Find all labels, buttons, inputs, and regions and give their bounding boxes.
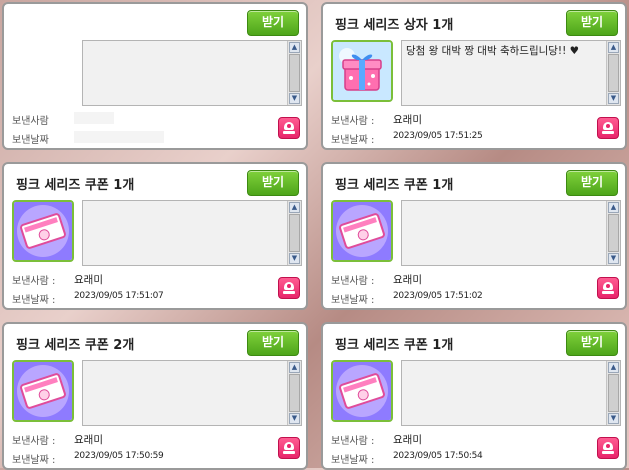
scroll-thumb[interactable] <box>289 374 300 412</box>
message-box[interactable]: 당첨 왕 대박 짱 대박 축하드립니당!! ♥ ▲ ▼ <box>401 40 621 106</box>
date-label: 보낸날짜 <box>12 135 49 146</box>
message-scrollbar[interactable]: ▲ ▼ <box>606 361 620 425</box>
sender-label: 보낸사람 <box>12 116 49 127</box>
sender-value: 요래미 <box>393 274 422 286</box>
gift-title: 핑크 세리즈 쿠폰 1개 <box>335 178 454 193</box>
message-box[interactable]: ▲ ▼ <box>401 360 621 426</box>
date-label: 보낸날짜 : <box>12 295 56 306</box>
delete-button[interactable] <box>278 277 300 299</box>
pink-coupon-icon <box>12 200 74 262</box>
scroll-up-arrow-icon[interactable]: ▲ <box>608 362 619 373</box>
date-value: 2023/09/05 17:51:02 <box>393 291 483 301</box>
message-box[interactable]: ▲ ▼ <box>82 360 302 426</box>
date-label: 보낸날짜 : <box>12 455 56 466</box>
sender-label: 보낸사람 : <box>12 436 56 447</box>
message-scrollbar[interactable]: ▲ ▼ <box>287 201 301 265</box>
date-value: 2023/09/05 17:51:25 <box>393 131 483 141</box>
sender-label: 보낸사람 : <box>331 116 375 127</box>
date-label: 보낸날짜 : <box>331 455 375 466</box>
gift-card: 받기 ▲ ▼ 보낸사람 보낸날짜 <box>2 2 308 150</box>
sender-value: 요래미 <box>393 114 422 126</box>
scroll-down-arrow-icon[interactable]: ▼ <box>289 93 300 104</box>
receive-button[interactable]: 받기 <box>247 170 299 196</box>
pink-gift-box-icon <box>331 40 393 102</box>
scroll-thumb[interactable] <box>289 54 300 92</box>
gift-card: 핑크 세리즈 쿠폰 2개 받기 ▲ ▼ 보낸사람 : 요래미 보낸날짜 : 20… <box>2 322 308 470</box>
message-box[interactable]: ▲ ▼ <box>401 200 621 266</box>
scroll-thumb[interactable] <box>608 374 619 412</box>
delete-button[interactable] <box>278 437 300 459</box>
pink-coupon-icon <box>331 200 393 262</box>
date-value: 2023/09/05 17:51:07 <box>74 291 164 301</box>
gift-card: 핑크 세리즈 상자 1개 받기 당첨 왕 대박 짱 대박 축하드립니당!! ♥ … <box>321 2 627 150</box>
message-scrollbar[interactable]: ▲ ▼ <box>287 41 301 105</box>
date-value: 2023/09/05 17:50:59 <box>74 451 164 461</box>
sender-value: 요래미 <box>393 434 422 446</box>
sender-label: 보낸사람 : <box>12 276 56 287</box>
delete-button[interactable] <box>597 437 619 459</box>
scroll-thumb[interactable] <box>289 214 300 252</box>
pink-coupon-icon <box>12 360 74 422</box>
scroll-up-arrow-icon[interactable]: ▲ <box>289 202 300 213</box>
scroll-down-arrow-icon[interactable]: ▼ <box>289 253 300 264</box>
scroll-thumb[interactable] <box>608 214 619 252</box>
sender-value <box>74 112 114 124</box>
date-value: 2023/09/05 17:50:54 <box>393 451 483 461</box>
receive-button[interactable]: 받기 <box>566 10 618 36</box>
date-value <box>74 131 164 143</box>
scroll-up-arrow-icon[interactable]: ▲ <box>608 202 619 213</box>
receive-button[interactable]: 받기 <box>566 330 618 356</box>
delete-button[interactable] <box>278 117 300 139</box>
gift-title: 핑크 세리즈 상자 1개 <box>335 18 454 33</box>
message-text: 당첨 왕 대박 짱 대박 축하드립니당!! ♥ <box>406 45 580 57</box>
gift-title: 핑크 세리즈 쿠폰 2개 <box>16 338 135 353</box>
date-label: 보낸날짜 : <box>331 295 375 306</box>
sender-label: 보낸사람 : <box>331 276 375 287</box>
delete-button[interactable] <box>597 277 619 299</box>
gift-title: 핑크 세리즈 쿠폰 1개 <box>16 178 135 193</box>
receive-button[interactable]: 받기 <box>247 330 299 356</box>
date-label: 보낸날짜 : <box>331 135 375 146</box>
scroll-up-arrow-icon[interactable]: ▲ <box>608 42 619 53</box>
message-box[interactable]: ▲ ▼ <box>82 40 302 106</box>
sender-value: 요래미 <box>74 274 103 286</box>
scroll-down-arrow-icon[interactable]: ▼ <box>608 253 619 264</box>
sender-label: 보낸사람 : <box>331 436 375 447</box>
pink-coupon-icon <box>331 360 393 422</box>
delete-button[interactable] <box>597 117 619 139</box>
message-scrollbar[interactable]: ▲ ▼ <box>606 41 620 105</box>
message-scrollbar[interactable]: ▲ ▼ <box>606 201 620 265</box>
gift-card: 핑크 세리즈 쿠폰 1개 받기 ▲ ▼ 보낸사람 : 요래미 보낸날짜 : 20… <box>321 162 627 310</box>
message-box[interactable]: ▲ ▼ <box>82 200 302 266</box>
receive-button[interactable]: 받기 <box>247 10 299 36</box>
scroll-up-arrow-icon[interactable]: ▲ <box>289 362 300 373</box>
scroll-down-arrow-icon[interactable]: ▼ <box>608 413 619 424</box>
gift-card: 핑크 세리즈 쿠폰 1개 받기 ▲ ▼ 보낸사람 : 요래미 보낸날짜 : 20… <box>321 322 627 470</box>
gift-card: 핑크 세리즈 쿠폰 1개 받기 ▲ ▼ 보낸사람 : 요래미 보낸날짜 : 20… <box>2 162 308 310</box>
scroll-down-arrow-icon[interactable]: ▼ <box>608 93 619 104</box>
receive-button[interactable]: 받기 <box>566 170 618 196</box>
scroll-down-arrow-icon[interactable]: ▼ <box>289 413 300 424</box>
gift-title: 핑크 세리즈 쿠폰 1개 <box>335 338 454 353</box>
sender-value: 요래미 <box>74 434 103 446</box>
scroll-thumb[interactable] <box>608 54 619 92</box>
scroll-up-arrow-icon[interactable]: ▲ <box>289 42 300 53</box>
message-scrollbar[interactable]: ▲ ▼ <box>287 361 301 425</box>
